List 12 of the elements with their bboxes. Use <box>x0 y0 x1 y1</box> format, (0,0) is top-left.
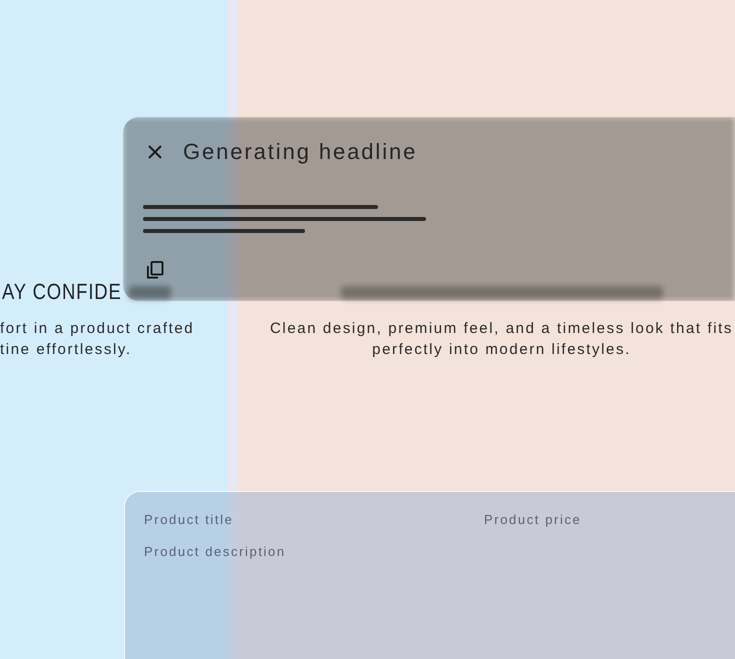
copy-button[interactable] <box>146 261 164 279</box>
blurred-heading-drawing <box>129 286 171 299</box>
panel-heading: AY CONFIDE <box>2 280 122 304</box>
dialog-title: Generating headline <box>183 138 418 166</box>
panel-description: fort in a product crafted tine effortlessly. <box>0 319 194 360</box>
panel-description: Clean design, premium feel, and a timeless look that fits perfectly into modern lifestyles. <box>270 319 734 360</box>
field-label: Product description <box>144 543 286 561</box>
field-label: Product price <box>484 511 582 529</box>
copy-icon <box>146 261 164 279</box>
close-button[interactable] <box>147 144 163 160</box>
close-icon <box>147 144 163 160</box>
field-label: Product title <box>144 511 234 529</box>
